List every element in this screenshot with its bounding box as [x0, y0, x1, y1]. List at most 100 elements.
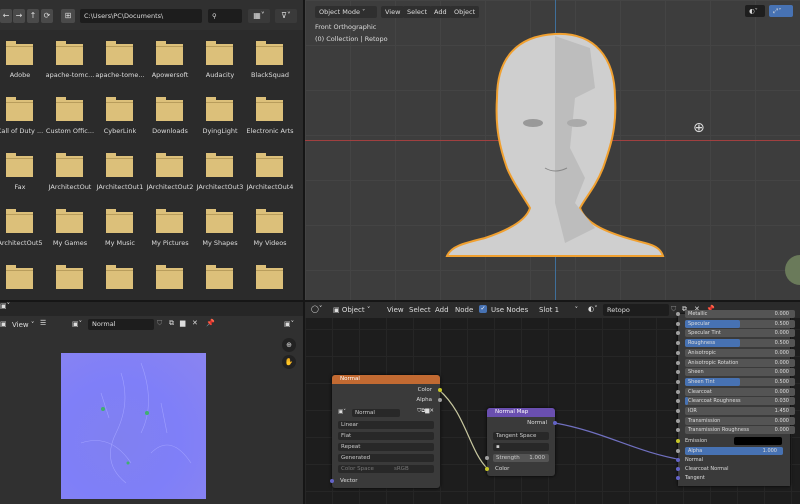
strength-input-socket[interactable]: [485, 456, 489, 460]
image-actions-icons[interactable]: ⛉⧉▆✕: [417, 408, 434, 415]
hamburger-icon[interactable]: ☰: [40, 319, 46, 327]
folder-item[interactable]: CyberLink: [101, 92, 151, 142]
color-space-dropdown[interactable]: Color Space sRGB: [338, 465, 434, 473]
input-socket[interactable]: [676, 428, 680, 433]
interpolation-dropdown[interactable]: Linear: [338, 421, 434, 429]
emission-color-swatch[interactable]: [734, 437, 782, 445]
normal-input-socket[interactable]: [676, 458, 680, 462]
alpha-input-socket[interactable]: [676, 449, 680, 453]
image-name-field[interactable]: Normal: [88, 319, 154, 330]
normal-output-socket[interactable]: [553, 421, 557, 425]
parent-directory-button[interactable]: ↑: [27, 9, 39, 23]
bsdf-input-field[interactable]: Sheen Tint 0.500: [685, 377, 795, 386]
menu-add[interactable]: Add: [430, 6, 451, 18]
3d-cursor-icon[interactable]: ⊕: [693, 120, 705, 136]
folder-item[interactable]: Fax: [1, 148, 51, 198]
folder-item[interactable]: Electronic Arts: [246, 92, 301, 142]
folder-item[interactable]: JArchitectOut1: [97, 148, 151, 198]
input-socket[interactable]: [676, 379, 680, 384]
input-socket[interactable]: [676, 312, 680, 316]
alpha-output-socket[interactable]: [438, 398, 442, 402]
folder-item[interactable]: JArchitectOut2: [147, 148, 201, 198]
refresh-button[interactable]: ⟳: [41, 9, 53, 23]
gizmo-toggle[interactable]: ⤢˅: [769, 5, 793, 17]
folder-item[interactable]: JArchitectOut4: [247, 148, 301, 198]
bsdf-input-field[interactable]: IOR 1.450: [685, 407, 795, 415]
folder-item[interactable]: Adobe: [1, 36, 51, 86]
folder-item[interactable]: My Pictures: [151, 204, 201, 254]
display-mode-dropdown[interactable]: ▦˅: [248, 9, 270, 23]
bsdf-input-field[interactable]: Sheen 0.000: [685, 368, 795, 377]
bsdf-input-field[interactable]: Specular Tint 0.000: [685, 329, 795, 338]
shader-node-editor[interactable]: ◯˅ ▣ Object ˅ View Select Add Node ✓ Use…: [305, 302, 800, 504]
source-dropdown[interactable]: Generated: [338, 454, 434, 462]
folder-item[interactable]: apache-tome...: [95, 36, 151, 86]
folder-item[interactable]: BlackSquad: [251, 36, 301, 86]
input-socket[interactable]: [676, 370, 680, 375]
extension-dropdown[interactable]: Repeat: [338, 443, 434, 451]
folder-item[interactable]: JArchitectOut: [49, 148, 101, 198]
bsdf-input-field[interactable]: Anisotropic 0.000: [685, 348, 795, 357]
bsdf-input-field[interactable]: Clearcoat Roughness 0.030: [685, 397, 795, 406]
uv-map-field[interactable]: ▪: [493, 443, 549, 451]
alpha-field[interactable]: Alpha 1.000: [685, 447, 783, 455]
input-socket[interactable]: [676, 360, 680, 365]
bsdf-input-field[interactable]: Roughness 0.500: [685, 339, 795, 348]
search-input[interactable]: ⚲: [208, 9, 242, 23]
input-socket[interactable]: [676, 409, 680, 413]
bsdf-input-field[interactable]: Specular 0.500: [685, 319, 795, 328]
folder-item[interactable]: My Games: [51, 204, 101, 254]
open-folder-icon[interactable]: ▆: [180, 319, 185, 327]
strength-field[interactable]: Strength 1.000: [493, 454, 549, 462]
bsdf-input-field[interactable]: Transmission 0.000: [685, 416, 795, 425]
input-socket[interactable]: [676, 321, 680, 326]
menu-object[interactable]: Object: [450, 6, 480, 18]
bsdf-input-field[interactable]: Clearcoat 0.000: [685, 387, 795, 396]
vector-input-socket[interactable]: [330, 479, 334, 483]
new-image-icon[interactable]: ⧉: [169, 319, 174, 328]
visibility-dropdown[interactable]: ◐˅: [745, 5, 765, 17]
folder-item[interactable]: Apowersoft: [151, 36, 201, 86]
path-input[interactable]: C:\Users\PC\Documents\: [80, 9, 202, 23]
back-button[interactable]: ←: [0, 9, 12, 23]
bsdf-input-field[interactable]: Transmission Roughness 0.000: [685, 426, 795, 435]
pin-icon[interactable]: 📌: [206, 319, 215, 327]
clearcoat-normal-input-socket[interactable]: [676, 467, 680, 471]
folder-item[interactable]: Call of Duty ...: [0, 92, 51, 142]
folder-item[interactable]: DyingLight: [201, 92, 251, 142]
display-channels-icon[interactable]: ▣˅: [284, 320, 294, 328]
color-input-socket[interactable]: [485, 467, 489, 471]
filter-dropdown[interactable]: ⊽˅: [275, 9, 297, 23]
folder-item[interactable]: My Videos: [251, 204, 301, 254]
input-socket[interactable]: [676, 331, 680, 336]
image-name-field[interactable]: Normal: [352, 409, 400, 417]
menu-select[interactable]: Select: [403, 6, 432, 18]
normal-map-node[interactable]: Normal Map Normal Tangent Space ▪ Streng…: [485, 408, 557, 476]
image-mode-icon[interactable]: ▣: [0, 320, 7, 328]
image-browse-icon[interactable]: ▣˅: [72, 320, 82, 328]
bsdf-input-field[interactable]: Metallic 0.000: [685, 310, 795, 318]
bsdf-input-field[interactable]: Anisotropic Rotation 0.000: [685, 358, 795, 367]
zoom-icon[interactable]: ⊕: [282, 338, 296, 352]
folder-item[interactable]: Custom Offic...: [46, 92, 101, 142]
editor-type-icon[interactable]: ▣˅: [0, 302, 10, 310]
folder-item[interactable]: apache-tomc...: [46, 36, 101, 86]
pan-hand-icon[interactable]: ✋: [282, 355, 296, 369]
folder-item[interactable]: Downloads: [151, 92, 201, 142]
folder-item[interactable]: JArchitectOut3: [197, 148, 251, 198]
folder-item[interactable]: Audacity: [201, 36, 251, 86]
emission-input-socket[interactable]: [676, 439, 680, 443]
principled-bsdf-node[interactable]: Metallic 0.000 Specular 0.500 Specular Tint 0…: [676, 310, 795, 486]
input-socket[interactable]: [676, 350, 680, 355]
fake-user-icon[interactable]: ⛉: [157, 319, 162, 328]
space-dropdown[interactable]: Tangent Space: [493, 432, 549, 440]
tangent-input-socket[interactable]: [676, 476, 680, 480]
new-folder-button[interactable]: ⊞: [61, 9, 75, 23]
image-texture-node[interactable]: Normal Color Alpha ▣˅ Normal ⛉⧉▆✕ Linear…: [330, 375, 442, 488]
image-browse-icon[interactable]: ▣˅: [338, 409, 346, 415]
forward-button[interactable]: →: [13, 9, 25, 23]
input-socket[interactable]: [676, 418, 680, 423]
menu-view[interactable]: View: [381, 6, 405, 18]
input-socket[interactable]: [676, 389, 680, 394]
mode-dropdown[interactable]: Object Mode ˅: [315, 6, 377, 18]
